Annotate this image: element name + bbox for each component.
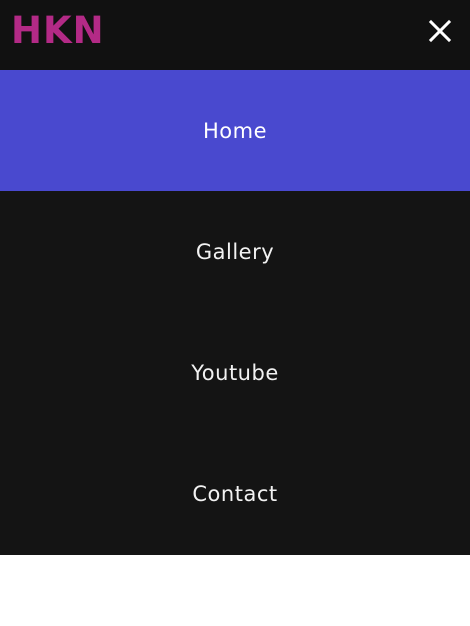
nav-item-label: Gallery xyxy=(195,239,275,264)
nav-item-youtube[interactable]: Youtube xyxy=(0,312,470,433)
close-icon xyxy=(428,19,452,43)
nav-item-label: Contact xyxy=(192,482,278,506)
site-logo[interactable]: HKN xyxy=(11,11,105,51)
nav-item-gallery[interactable]: Gallery xyxy=(0,191,470,312)
nav-menu: Home Gallery Youtube Contact xyxy=(0,70,470,555)
nav-item-contact[interactable]: Contact xyxy=(0,433,470,555)
close-menu-button[interactable] xyxy=(424,15,456,47)
mobile-nav-page: HKN Home Gallery Youtube Contact xyxy=(0,0,470,626)
nav-item-label: Youtube xyxy=(191,360,279,385)
top-bar: HKN xyxy=(0,0,470,70)
nav-item-label: Home xyxy=(202,118,267,143)
nav-item-home[interactable]: Home xyxy=(0,70,470,191)
